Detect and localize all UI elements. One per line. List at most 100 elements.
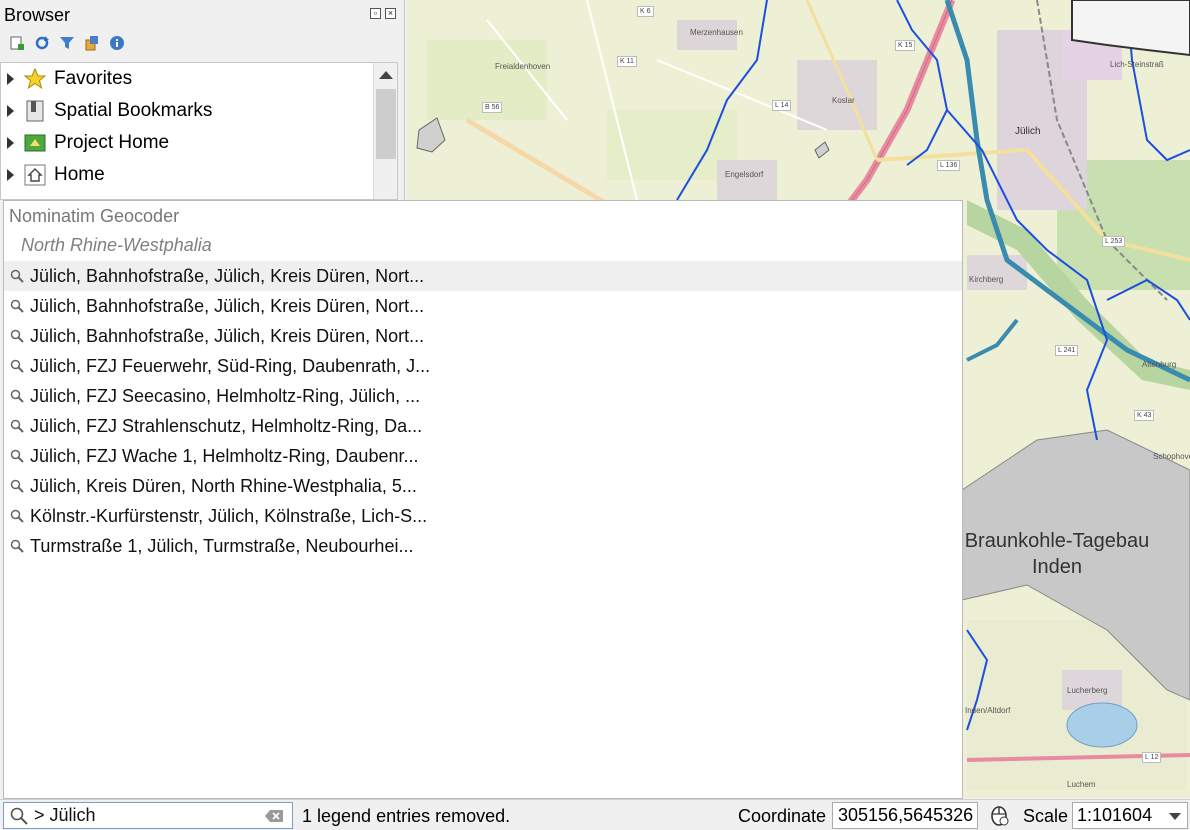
map-place-label: Schophoven (1153, 452, 1190, 461)
road-ref-label: L 241 (1055, 345, 1079, 356)
expand-arrow-icon[interactable] (7, 137, 14, 149)
map-place-label: Merzenhausen (690, 28, 743, 37)
scale-label: Scale (1023, 806, 1069, 826)
float-panel-button[interactable]: ▫ (370, 8, 381, 19)
tree-scrollbar[interactable] (373, 63, 397, 199)
browser-tree: Favorites Spatial Bookmarks Project Home… (0, 62, 398, 200)
result-group-subheader: North Rhine-Westphalia (21, 235, 212, 255)
expand-arrow-icon[interactable] (7, 105, 14, 117)
collapse-all-icon[interactable] (83, 34, 100, 51)
map-place-label: Koslar (832, 96, 855, 105)
road-ref-label: B 56 (482, 102, 503, 113)
search-icon (4, 509, 30, 523)
browser-toolbar (8, 34, 125, 54)
result-text: Kölnstr.-Kurfürstenstr, Jülich, Kölnstra… (30, 505, 428, 526)
road-ref-label: K 15 (895, 40, 916, 51)
locator-results-popup: Nominatim Geocoder North Rhine-Westphali… (3, 200, 963, 799)
result-row[interactable]: Jülich, Kreis Düren, North Rhine-Westpha… (4, 471, 962, 501)
mine-area-label-line2: Inden (1031, 556, 1083, 578)
result-row[interactable]: Jülich, FZJ Wache 1, Helmholtz-Ring, Dau… (4, 441, 962, 471)
result-text: Jülich, Bahnhofstraße, Jülich, Kreis Dür… (30, 325, 425, 346)
road-ref-label: L 136 (937, 160, 961, 171)
tree-item-label: Spatial Bookmarks (54, 100, 213, 121)
coordinate-label: Coordinate (738, 806, 827, 826)
result-text: Turmstraße 1, Jülich, Turmstraße, Neubou… (30, 535, 414, 556)
result-row[interactable]: Jülich, FZJ Seecasino, Helmholtz-Ring, J… (4, 381, 962, 411)
mine-area-label-line1: Braunkohle-Tagebau (964, 530, 1150, 552)
search-icon (4, 329, 30, 343)
result-group-header: Nominatim Geocoder (9, 206, 180, 226)
search-icon (4, 269, 30, 283)
search-icon (4, 299, 30, 313)
scale-combobox[interactable]: 1:101604 (1072, 802, 1188, 829)
status-message: 1 legend entries removed. (302, 806, 511, 826)
result-text: Jülich, Bahnhofstraße, Jülich, Kreis Dür… (30, 265, 425, 286)
map-place-label: Jülich (1015, 126, 1041, 137)
road-ref-label: L 14 (772, 100, 792, 111)
scroll-up-icon[interactable] (374, 63, 398, 87)
scroll-thumb[interactable] (376, 89, 396, 159)
result-text: Jülich, FZJ Seecasino, Helmholtz-Ring, J… (30, 385, 421, 406)
map-place-label: Freialdenhoven (495, 62, 551, 71)
map-place-label: Luchem (1067, 780, 1096, 789)
expand-arrow-icon[interactable] (7, 169, 14, 181)
result-text: Jülich, FZJ Feuerwehr, Süd-Ring, Daubenr… (30, 355, 431, 376)
add-layer-icon[interactable] (8, 34, 25, 51)
map-place-label: Lich-Steinstraß (1110, 60, 1164, 69)
map-place-label: Engelsdorf (725, 170, 764, 179)
coordinate-field[interactable]: 305156,5645326 (832, 802, 978, 829)
map-place-label: Altenburg (1142, 360, 1177, 369)
refresh-icon[interactable] (33, 34, 50, 51)
tree-item-home[interactable]: Home (1, 159, 397, 191)
project-home-icon (24, 132, 46, 154)
search-icon (4, 539, 30, 553)
result-row[interactable]: Jülich, FZJ Strahlenschutz, Helmholtz-Ri… (4, 411, 962, 441)
tree-item-label: Home (54, 164, 105, 185)
expand-arrow-icon[interactable] (7, 73, 14, 85)
result-row[interactable]: Jülich, Bahnhofstraße, Jülich, Kreis Dür… (4, 261, 962, 291)
road-ref-label: L 12 (1142, 752, 1162, 763)
status-bar: 1 legend entries removed. Coordinate 305… (0, 799, 1190, 830)
close-panel-button[interactable]: × (385, 8, 396, 19)
tree-item-label: Project Home (54, 132, 170, 153)
clear-icon[interactable] (264, 809, 284, 828)
star-icon (24, 68, 46, 90)
tree-item-spatial-bookmarks[interactable]: Spatial Bookmarks (1, 95, 397, 127)
search-icon (4, 389, 30, 403)
home-icon (24, 164, 46, 186)
search-icon (4, 419, 30, 433)
road-ref-label: K 43 (1134, 410, 1155, 421)
result-text: Jülich, Kreis Düren, North Rhine-Westpha… (30, 475, 417, 496)
locator-search-input[interactable] (34, 805, 254, 826)
result-row[interactable]: Kölnstr.-Kurfürstenstr, Jülich, Kölnstra… (4, 501, 962, 531)
mine-area-label: Braunkohle-Tagebau Inden (962, 528, 1152, 580)
result-row[interactable]: Turmstraße 1, Jülich, Turmstraße, Neubou… (4, 531, 962, 561)
filter-icon[interactable] (58, 34, 75, 51)
result-text: Jülich, FZJ Strahlenschutz, Helmholtz-Ri… (30, 415, 423, 436)
search-icon (4, 449, 30, 463)
result-row[interactable]: Jülich, Bahnhofstraße, Jülich, Kreis Dür… (4, 321, 962, 351)
result-text: Jülich, Bahnhofstraße, Jülich, Kreis Dür… (30, 295, 425, 316)
tree-item-favorites[interactable]: Favorites (1, 63, 397, 95)
road-ref-label: L 253 (1102, 236, 1126, 247)
road-ref-label: K 11 (617, 56, 637, 67)
toggle-extents-mouse-icon[interactable] (987, 803, 1011, 830)
result-row[interactable]: Jülich, Bahnhofstraße, Jülich, Kreis Dür… (4, 291, 962, 321)
bookmark-icon (24, 100, 46, 122)
chevron-down-icon[interactable] (1169, 813, 1181, 820)
search-icon (4, 479, 30, 493)
tree-item-project-home[interactable]: Project Home (1, 127, 397, 159)
tree-item-label: Favorites (54, 68, 133, 89)
scale-value: 1:101604 (1077, 805, 1153, 825)
map-place-label: Inden/Altdorf (965, 706, 1011, 715)
result-text: Jülich, FZJ Wache 1, Helmholtz-Ring, Dau… (30, 445, 419, 466)
search-icon (4, 359, 30, 373)
locator-search-box[interactable] (3, 802, 293, 829)
map-place-label: Kirchberg (969, 275, 1004, 284)
map-place-label: Lucherberg (1067, 686, 1108, 695)
road-ref-label: K 6 (637, 6, 654, 17)
result-row[interactable]: Jülich, FZJ Feuerwehr, Süd-Ring, Daubenr… (4, 351, 962, 381)
search-icon (4, 807, 34, 825)
panel-title: Browser (4, 5, 71, 25)
info-icon[interactable] (108, 34, 125, 51)
